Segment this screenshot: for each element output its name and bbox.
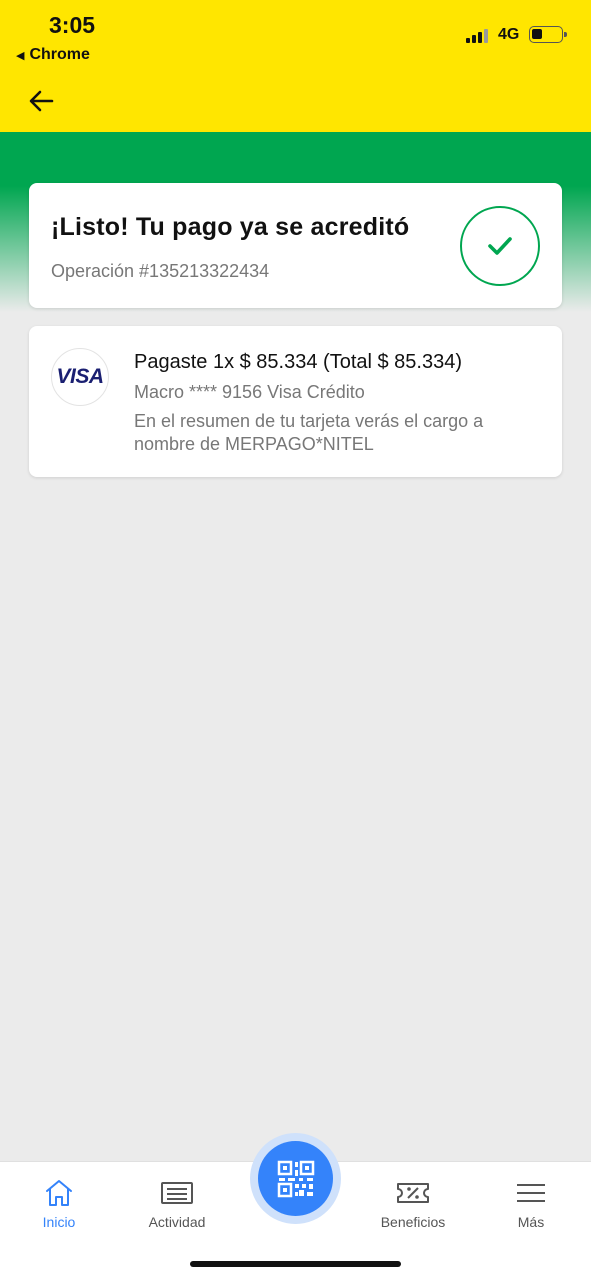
back-button[interactable] — [24, 84, 58, 118]
success-card: ¡Listo! Tu pago ya se acreditó Operación… — [29, 183, 562, 308]
check-circle-icon — [460, 206, 540, 286]
home-icon — [46, 1180, 72, 1206]
tab-actividad[interactable]: Actividad — [127, 1178, 227, 1230]
payment-detail-card: VISA Pagaste 1x $ 85.334 (Total $ 85.334… — [29, 326, 562, 477]
back-to-app-link[interactable]: ◀ Chrome — [16, 46, 90, 64]
card-info: Macro **** 9156 Visa Crédito — [134, 382, 365, 402]
statement-note: En el resumen de tu tarjeta verás el car… — [134, 411, 484, 454]
signal-icon — [466, 28, 488, 43]
back-triangle-icon: ◀ — [16, 49, 25, 62]
tab-mas[interactable]: Más — [481, 1178, 581, 1230]
qr-code-icon — [277, 1160, 314, 1197]
arrow-left-icon — [29, 90, 54, 112]
status-bar: 3:05 ◀ Chrome 4G — [0, 0, 591, 72]
home-indicator — [190, 1261, 401, 1267]
operation-number: Operación #135213322434 — [51, 261, 270, 281]
menu-icon — [517, 1184, 545, 1202]
visa-logo: VISA — [51, 348, 109, 406]
clock: 3:05 — [49, 12, 96, 38]
tab-label-inicio: Inicio — [42, 1214, 76, 1230]
tab-inicio[interactable]: Inicio — [9, 1178, 109, 1230]
network-type: 4G — [498, 26, 520, 43]
activity-icon — [161, 1182, 193, 1204]
success-title: ¡Listo! Tu pago ya se acreditó — [51, 213, 410, 241]
battery-icon — [529, 26, 567, 43]
back-app-label: Chrome — [29, 46, 90, 63]
tab-label-beneficios: Beneficios — [380, 1214, 446, 1230]
tab-label-actividad: Actividad — [148, 1214, 206, 1230]
ticket-icon — [397, 1183, 429, 1203]
tab-beneficios[interactable]: Beneficios — [363, 1178, 463, 1230]
payment-amount: Pagaste 1x $ 85.334 (Total $ 85.334) — [134, 351, 463, 373]
qr-scan-button[interactable] — [250, 1133, 341, 1224]
app-header — [0, 72, 591, 132]
tab-label-mas: Más — [517, 1214, 545, 1230]
